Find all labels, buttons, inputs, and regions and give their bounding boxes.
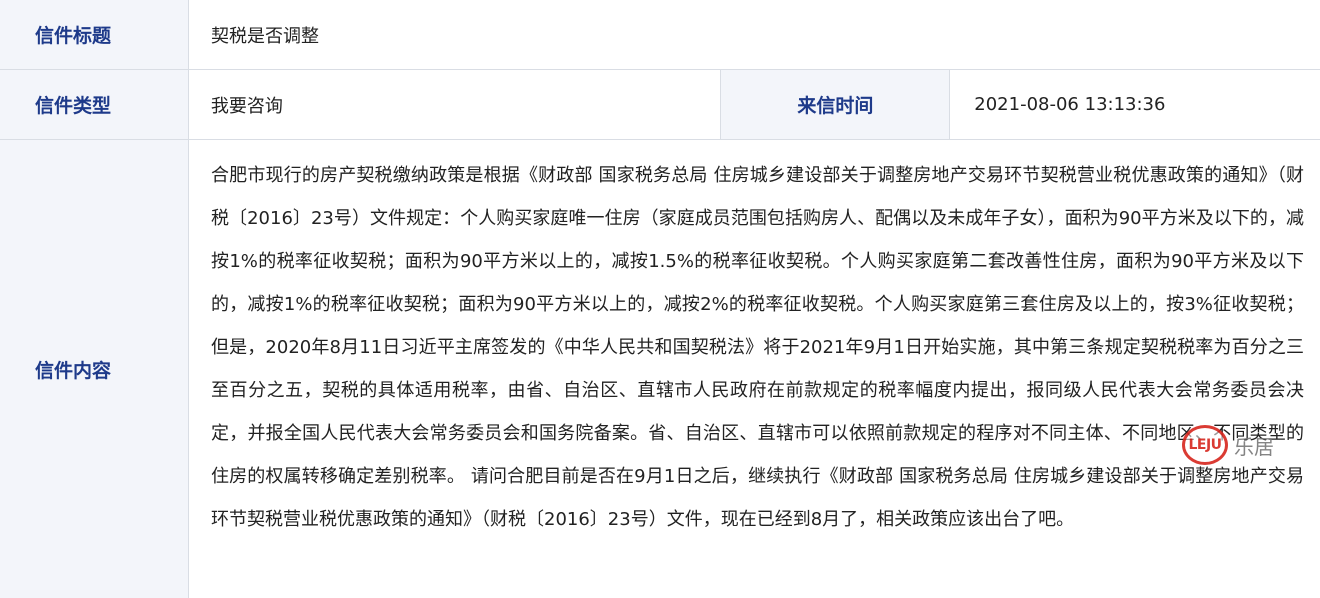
type-label: 信件类型: [0, 70, 189, 139]
watermark-brand-en: LEJU: [1188, 437, 1222, 453]
watermark-brand-cn: 乐居: [1234, 434, 1274, 459]
leju-watermark: LEJU 乐居: [1182, 423, 1320, 467]
content-value: 合肥市现行的房产契税缴纳政策是根据《财政部 国家税务总局 住房城乡建设部关于调整…: [211, 165, 1304, 530]
type-row: 信件类型 我要咨询 来信时间 2021-08-06 13:13:36: [0, 70, 1320, 140]
time-label: 来信时间: [721, 70, 951, 139]
title-value: 契税是否调整: [211, 25, 319, 47]
leju-logo-icon: LEJU: [1182, 425, 1228, 465]
content-row: 信件内容 合肥市现行的房产契税缴纳政策是根据《财政部 国家税务总局 住房城乡建设…: [0, 140, 1320, 598]
letter-detail-table: 信件标题 契税是否调整 信件类型 我要咨询 来信时间 2021-08-06 13…: [0, 0, 1320, 598]
time-value: 2021-08-06 13:13:36: [974, 94, 1166, 115]
content-label: 信件内容: [0, 140, 189, 598]
type-value: 我要咨询: [189, 70, 722, 139]
title-label: 信件标题: [0, 0, 189, 69]
title-row: 信件标题 契税是否调整: [0, 0, 1320, 70]
